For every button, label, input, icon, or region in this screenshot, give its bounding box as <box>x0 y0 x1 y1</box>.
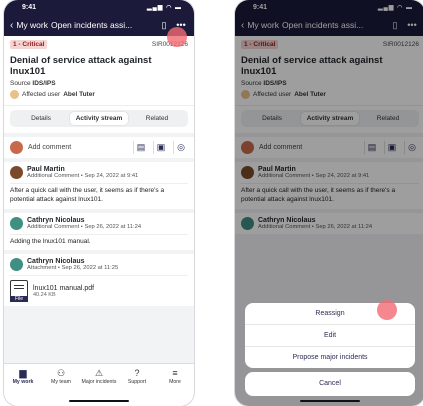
help-icon: ? <box>134 368 140 378</box>
tab-related[interactable]: Related <box>128 112 186 125</box>
bookmark-icon[interactable]: ▯ <box>157 20 171 31</box>
nav-title: Open incidents assi... <box>50 20 133 30</box>
team-icon: ⚇ <box>56 368 66 378</box>
entry-meta: Additional Comment • Sep 26, 2022 at 11:… <box>27 223 142 230</box>
activity-entry-attachment: Cathryn Nicolaus Attachment • Sep 26, 20… <box>4 254 194 307</box>
entry-meta: Attachment • Sep 26, 2022 at 11:25 <box>27 265 119 272</box>
user-value[interactable]: Abel Tuter <box>63 91 95 98</box>
file-name: lnux101 manual.pdf <box>33 284 95 292</box>
touch-indicator <box>167 27 187 47</box>
source-value: IDS/IPS <box>32 80 56 87</box>
briefcase-icon: ▆ <box>19 368 27 378</box>
cancel-button[interactable]: Cancel <box>245 372 415 396</box>
source-label: Source <box>10 80 31 87</box>
activity-entry: Paul Martin Additional Comment • Sep 24,… <box>4 162 194 209</box>
author-name: Cathryn Nicolaus <box>27 216 85 224</box>
activity-entry: Cathryn Nicolaus Additional Comment • Se… <box>4 212 194 251</box>
author-avatar <box>10 216 23 230</box>
user-avatar <box>10 90 19 99</box>
nav-bar: ‹ My work Open incidents assi... ▯ ••• <box>4 14 194 36</box>
tab-activity-stream[interactable]: Activity stream <box>70 112 128 125</box>
current-user-avatar <box>10 141 23 154</box>
comment-bar: Add comment ▤ ▣ ◎ <box>4 137 194 158</box>
user-label: Affected user <box>22 91 61 98</box>
tabbar-label: My work <box>12 379 34 385</box>
author-name: Cathryn Nicolaus <box>27 258 85 266</box>
file-icon: File <box>10 280 28 303</box>
home-indicator <box>69 400 129 402</box>
touch-indicator <box>377 300 397 320</box>
status-bar: 9:41 ▂▄▆ ◠ ▬ <box>4 0 194 14</box>
author-avatar <box>10 258 23 272</box>
menu-icon: ≡ <box>172 368 178 378</box>
entry-meta: Additional Comment • Sep 24, 2022 at 9:4… <box>27 173 139 179</box>
tab-details[interactable]: Details <box>12 112 70 125</box>
affected-user: Affected user Abel Tuter <box>10 90 188 99</box>
tabbar-label: Major incidents <box>81 379 117 385</box>
home-indicator <box>300 400 360 402</box>
tabbar-label: More <box>169 379 181 385</box>
image-icon[interactable]: ▣ <box>153 141 168 154</box>
camera-icon[interactable]: ◎ <box>173 141 188 154</box>
segmented-tabs: Details Activity stream Related <box>4 105 194 133</box>
tabbar-more[interactable]: ≡ More <box>156 368 194 406</box>
propose-major-incidents-option[interactable]: Propose major incidents <box>245 346 415 368</box>
author-name: Paul Martin <box>27 166 65 173</box>
file-size: 40.24 KB <box>33 291 56 298</box>
incident-header: 1 - Critical SIR0012126 Denial of servic… <box>4 36 194 105</box>
entry-text: Adding the lnux101 manual. <box>10 233 188 247</box>
edit-option[interactable]: Edit <box>245 324 415 346</box>
alert-icon: ⚠ <box>94 368 104 378</box>
document-icon[interactable]: ▤ <box>133 141 148 154</box>
incident-source: Source IDS/IPS <box>10 80 188 87</box>
tabbar-label: Support <box>127 379 147 385</box>
phone-screen-activity: 9:41 ▂▄▆ ◠ ▬ ‹ My work Open incidents as… <box>4 0 194 406</box>
back-chevron-icon[interactable]: ‹ <box>10 20 13 31</box>
phone-screen-action-sheet: 9:41 ▂▄▆ ◠ ▬ ‹ My work Open incidents as… <box>235 0 423 406</box>
tabbar-my-work[interactable]: ▆ My work <box>4 368 42 406</box>
priority-badge: 1 - Critical <box>10 40 48 49</box>
back-label[interactable]: My work <box>16 20 48 30</box>
status-time: 9:41 <box>22 3 37 11</box>
add-comment-input[interactable]: Add comment <box>28 144 128 151</box>
file-badge: File <box>10 296 28 303</box>
entry-text: After a quick call with the user, it see… <box>10 183 188 205</box>
author-avatar <box>10 166 23 179</box>
tabbar-label: My team <box>51 379 71 385</box>
attachment[interactable]: File lnux101 manual.pdf 40.24 KB <box>10 275 188 303</box>
incident-title: Denial of service attack against lnux101 <box>10 55 152 77</box>
signal-wifi-battery-icon: ▂▄▆ ◠ ▬ <box>146 4 182 11</box>
